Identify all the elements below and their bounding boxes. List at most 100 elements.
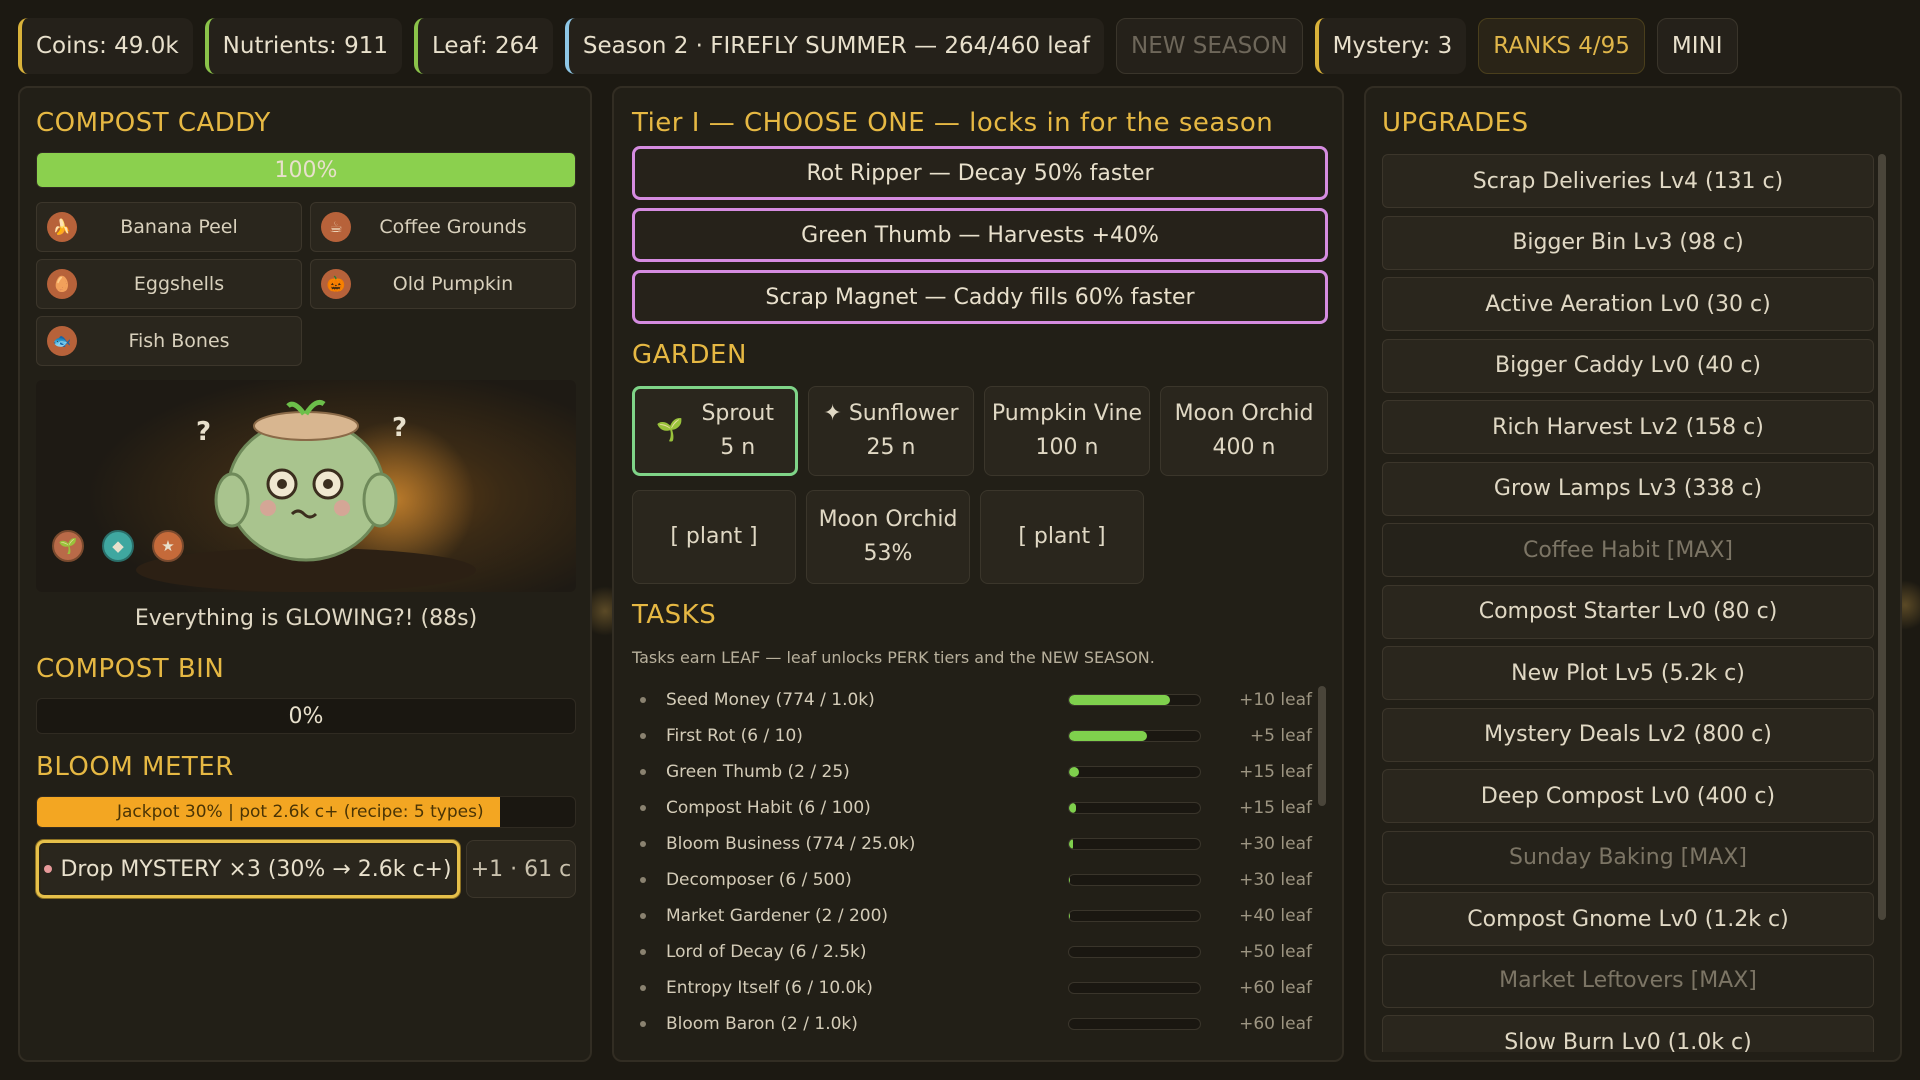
task-reward: +15 leaf [1239, 762, 1312, 782]
bloom-meter-bar: Jackpot 30% | pot 2.6k c+ (recipe: 5 typ… [36, 796, 576, 828]
perk-tier-title: Tier I — CHOOSE ONE — locks in for the s… [632, 108, 1274, 138]
task-progress-fill [1068, 839, 1073, 849]
scrap-label: Eggshells [133, 273, 225, 295]
upgrade-button[interactable]: Compost Starter Lv0 (80 c) [1382, 584, 1874, 639]
upgrade-button[interactable]: Slow Burn Lv0 (1.0k c) [1382, 1015, 1874, 1052]
garden-plot-empty[interactable]: [ plant ] [980, 490, 1144, 584]
upgrades-panel: UPGRADES Scrap Deliveries Lv4 (131 c) Big… [1364, 86, 1902, 1062]
upgrade-button[interactable]: Deep Compost Lv0 (400 c) [1382, 769, 1874, 823]
upgrade-button[interactable]: Compost Gnome Lv0 (1.2k c) [1382, 892, 1874, 946]
task-progress-bar [1067, 982, 1201, 994]
top-bar: Coins: 49.0k Nutrients: 911 Leaf: 264 Se… [18, 18, 1738, 74]
plot-label: [ plant ] [670, 524, 758, 549]
fish-icon: 🐟 [47, 326, 77, 356]
task-reward: +60 leaf [1239, 1014, 1312, 1034]
task-row: First Rot (6 / 10) +5 leaf [632, 718, 1312, 754]
seed-pumpkin-vine[interactable]: Pumpkin Vine 100 n [984, 386, 1150, 476]
perk-option-green-thumb[interactable]: Green Thumb — Harvests +40% [632, 208, 1328, 262]
upgrade-button[interactable]: Rich Harvest Lv2 (158 c) [1382, 400, 1874, 454]
star-badge-icon: ★ [152, 530, 184, 562]
upgrade-button[interactable]: Coffee Habit [MAX] [1382, 523, 1874, 577]
task-progress-fill [1068, 911, 1071, 921]
scrap-label: Coffee Grounds [379, 216, 527, 238]
scrap-item[interactable]: 🐟 Fish Bones [36, 316, 302, 366]
bin-progress-bar: 0% [36, 698, 576, 734]
scrap-item[interactable]: ☕ Coffee Grounds [310, 202, 576, 252]
seed-cost: 400 n [1212, 435, 1276, 460]
buy-mystery-button[interactable]: +1 · 61 c [466, 840, 576, 898]
bullet-icon [640, 985, 646, 991]
drop-mystery-button[interactable]: Drop MYSTERY ×3 (30% → 2.6k c+) [36, 840, 460, 898]
mystery-counter: Mystery: 3 [1314, 18, 1467, 74]
seed-cost: 100 n [1035, 435, 1099, 460]
upgrade-button[interactable]: New Plot Lv5 (5.2k c) [1382, 646, 1874, 700]
garden-title: GARDEN [632, 340, 747, 370]
new-season-button[interactable]: NEW SEASON [1116, 18, 1303, 74]
task-progress-bar [1067, 946, 1201, 958]
task-row: Green Thumb (2 / 25) +15 leaf [632, 754, 1312, 790]
task-name: Green Thumb (2 / 25) [665, 762, 850, 782]
drop-mystery-label: Drop MYSTERY ×3 (30% → 2.6k c+) [60, 856, 452, 882]
task-progress-bar [1067, 874, 1201, 886]
mini-button[interactable]: MINI [1656, 18, 1738, 74]
upgrade-button[interactable]: Active Aeration Lv0 (30 c) [1382, 277, 1874, 331]
compost-panel: COMPOST CADDY 100% 🍌 Banana Peel ☕ Coffe… [18, 86, 592, 1062]
task-reward: +30 leaf [1239, 870, 1312, 890]
task-progress-bar [1067, 802, 1201, 814]
bullet-icon [640, 913, 646, 919]
upgrade-button[interactable]: Mystery Deals Lv2 (800 c) [1382, 707, 1874, 762]
plot-label: Moon Orchid [818, 507, 958, 532]
season-progress: Season 2 · FIREFLY SUMMER — 264/460 leaf [564, 18, 1104, 74]
compost-scene: ? ? 🌱 ◆ ★ [36, 380, 576, 592]
task-progress-bar [1067, 730, 1201, 742]
upgrade-button[interactable]: Market Leftovers [MAX] [1382, 953, 1874, 1008]
task-progress-bar [1067, 694, 1201, 706]
upgrades-scrollbar[interactable] [1878, 154, 1886, 920]
seed-sunflower[interactable]: ✦ Sunflower 25 n [808, 386, 974, 476]
task-progress-bar [1067, 766, 1201, 778]
upgrade-button[interactable]: Bigger Caddy Lv0 (40 c) [1382, 338, 1874, 393]
scrap-item[interactable]: 🍌 Banana Peel [36, 202, 302, 252]
task-progress-fill [1068, 875, 1071, 885]
perk-option-rot-ripper[interactable]: Rot Ripper — Decay 50% faster [632, 146, 1328, 200]
task-name: Entropy Itself (6 / 10.0k) [665, 978, 873, 998]
seed-name: Pumpkin Vine [991, 401, 1143, 426]
upgrade-button[interactable]: Scrap Deliveries Lv4 (131 c) [1382, 154, 1874, 208]
leaf-counter: Leaf: 264 [414, 18, 553, 74]
bullet-icon [640, 697, 646, 703]
ranks-button[interactable]: RANKS 4/95 [1478, 18, 1645, 74]
task-reward: +40 leaf [1239, 906, 1312, 926]
seed-sprout[interactable]: 🌱 Sprout 5 n [632, 386, 798, 476]
task-name: Compost Habit (6 / 100) [665, 798, 871, 818]
caddy-progress-bar: 100% [36, 152, 576, 188]
seed-moon-orchid[interactable]: Moon Orchid 400 n [1160, 386, 1328, 476]
task-reward: +30 leaf [1239, 834, 1312, 854]
task-row: Entropy Itself (6 / 10.0k) +60 leaf [632, 970, 1312, 1006]
task-name: First Rot (6 / 10) [665, 726, 803, 746]
garden-plot-empty[interactable]: [ plant ] [632, 490, 796, 584]
perks-garden-panel: Tier I — CHOOSE ONE — locks in for the s… [612, 86, 1344, 1062]
gem-badge-icon: ◆ [102, 530, 134, 562]
upgrade-button[interactable]: Sunday Baking [MAX] [1382, 830, 1874, 885]
bin-progress-label: 0% [288, 703, 324, 729]
perk-option-scrap-magnet[interactable]: Scrap Magnet — Caddy fills 60% faster [632, 270, 1328, 324]
task-reward: +15 leaf [1239, 798, 1312, 818]
upgrade-button[interactable]: Grow Lamps Lv3 (338 c) [1382, 461, 1874, 516]
seedling-badge-icon: 🌱 [52, 530, 84, 562]
upgrade-button[interactable]: Bigger Bin Lv3 (98 c) [1382, 215, 1874, 270]
garden-plot-moon-orchid[interactable]: Moon Orchid 53% [806, 490, 970, 584]
scrap-item[interactable]: 🎃 Old Pumpkin [310, 259, 576, 309]
task-reward: +10 leaf [1239, 690, 1312, 710]
task-reward: +5 leaf [1249, 726, 1312, 746]
task-progress-fill [1069, 947, 1071, 957]
tasks-scrollbar[interactable] [1318, 686, 1326, 806]
nutrients-counter: Nutrients: 911 [204, 18, 403, 74]
bullet-icon [640, 769, 646, 775]
task-progress-fill [1069, 983, 1071, 993]
task-name: Decomposer (6 / 500) [665, 870, 852, 890]
task-row: Market Gardener (2 / 200) +40 leaf [632, 898, 1312, 934]
bullet-icon [640, 949, 646, 955]
compost-caddy-title: COMPOST CADDY [36, 108, 271, 138]
scrap-item[interactable]: 🥚 Eggshells [36, 259, 302, 309]
task-reward: +50 leaf [1239, 942, 1312, 962]
